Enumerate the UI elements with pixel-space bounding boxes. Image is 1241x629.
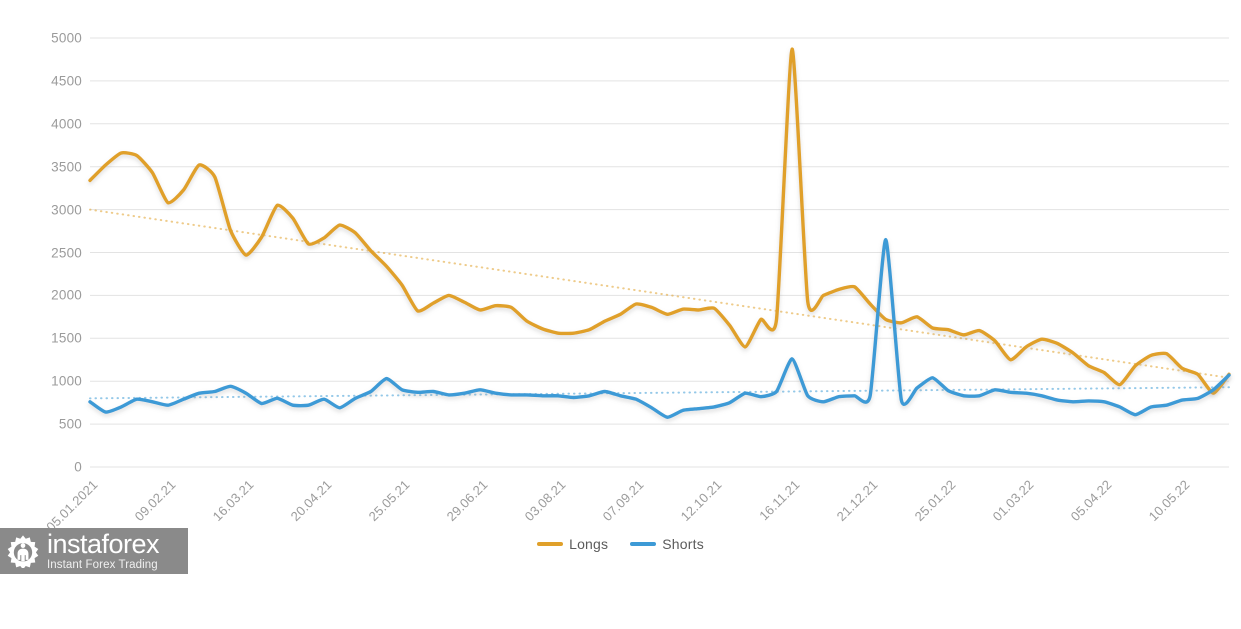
legend-swatch-longs [537,542,564,546]
legend-item-shorts[interactable]: Shorts [630,536,704,552]
instaforex-gear-logo-icon [7,535,39,568]
x-axis-tick-label: 20.04.21 [287,477,335,524]
x-axis-tick-label: 29.06.21 [443,477,491,524]
x-axis-tick-label: 12.10.21 [677,477,725,524]
x-axis: 05.01.2021 09.02.21 16.03.21 20.04.21 25.05.… [0,0,1241,574]
forex-longs-shorts-chart: 0 500 1000 1500 2000 2500 3000 3500 4000 4500 5000… [0,0,1241,574]
legend-label-shorts: Shorts [662,536,704,552]
watermark-text: instaforex Instant Forex Trading [47,528,160,572]
watermark-subtitle: Instant Forex Trading [47,558,158,571]
instaforex-watermark: instaforex Instant Forex Trading [0,528,188,574]
legend-label-longs: Longs [569,536,609,552]
x-axis-tick-label: 05.04.22 [1067,477,1115,524]
x-axis-tick-label: 25.05.21 [365,477,413,524]
watermark-title: instaforex [47,528,160,559]
x-axis-tick-label: 16.11.21 [756,477,803,524]
x-axis-tick-label: 01.03.22 [989,477,1037,524]
x-axis-tick-label: 21.12.21 [833,477,881,524]
x-axis-tick-label: 10.05.22 [1145,477,1193,524]
legend-swatch-shorts [630,542,657,546]
x-axis-tick-label: 07.09.21 [599,477,647,524]
x-axis-tick-label: 25.01.22 [911,477,959,524]
legend-item-longs[interactable]: Longs [537,536,608,552]
x-axis-tick-label: 03.08.21 [521,477,569,524]
